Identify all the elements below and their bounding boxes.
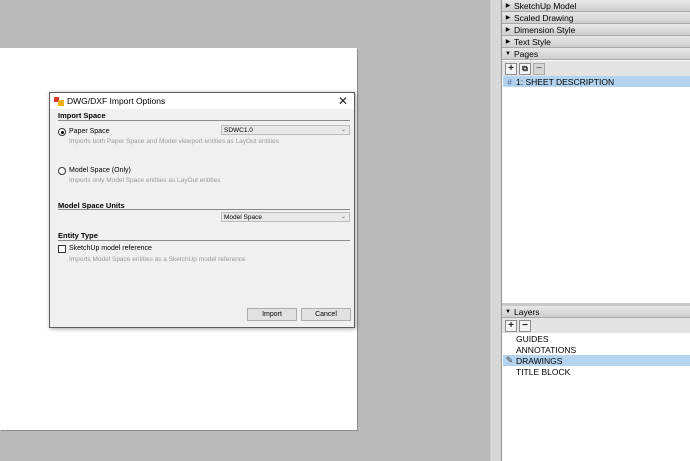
sketchup-reference-checkbox[interactable] bbox=[58, 245, 66, 253]
scrollbar-thumb[interactable] bbox=[491, 0, 500, 461]
app-icon bbox=[54, 96, 64, 106]
add-page-button[interactable]: + bbox=[505, 62, 517, 75]
dialog-titlebar[interactable]: DWG/DXF Import Options ✕ bbox=[50, 93, 354, 109]
delete-layer-button[interactable]: − bbox=[519, 319, 531, 332]
layer-label: ANNOTATIONS bbox=[516, 344, 577, 355]
layer-label: TITLE BLOCK bbox=[516, 366, 571, 377]
paper-space-layout-select[interactable]: SDWC1.0 ⌄ bbox=[221, 125, 350, 135]
section-scaled-drawing[interactable]: ▶ Scaled Drawing bbox=[502, 12, 690, 24]
divider bbox=[58, 120, 350, 121]
layer-item-drawings[interactable]: ✎ DRAWINGS bbox=[503, 355, 690, 366]
section-label: Scaled Drawing bbox=[514, 12, 574, 23]
chevron-down-icon: ⌄ bbox=[340, 127, 346, 133]
sketchup-reference-label[interactable]: SketchUp model reference bbox=[69, 245, 152, 252]
paper-space-label[interactable]: Paper Space bbox=[69, 128, 109, 135]
pages-toolbar: + ⧉ − bbox=[502, 61, 690, 76]
entity-type-heading: Entity Type bbox=[58, 231, 98, 240]
select-value: Model Space bbox=[224, 213, 262, 221]
page-number-icon: # bbox=[507, 76, 512, 87]
layer-label: DRAWINGS bbox=[516, 355, 563, 366]
page-item[interactable]: # 1: SHEET DESCRIPTION bbox=[503, 76, 690, 87]
sketchup-reference-hint: Imports Model Space entities as a Sketch… bbox=[69, 256, 246, 263]
paper-space-radio[interactable] bbox=[58, 128, 66, 136]
section-label: Text Style bbox=[514, 36, 551, 47]
layers-toolbar: + − bbox=[502, 318, 690, 333]
delete-page-button[interactable]: − bbox=[533, 62, 545, 75]
model-space-units-select[interactable]: Model Space ⌄ bbox=[221, 212, 350, 222]
expanded-arrow-icon: ▼ bbox=[505, 50, 511, 57]
expanded-arrow-icon: ▼ bbox=[505, 308, 511, 315]
divider bbox=[58, 209, 350, 210]
section-label: SketchUp Model bbox=[514, 0, 577, 11]
dialog-title: DWG/DXF Import Options bbox=[67, 96, 166, 106]
import-options-dialog: DWG/DXF Import Options ✕ Import Space Pa… bbox=[49, 92, 355, 328]
page-item-label: 1: SHEET DESCRIPTION bbox=[516, 76, 615, 87]
cancel-button[interactable]: Cancel bbox=[301, 308, 351, 321]
layer-item-annotations[interactable]: ANNOTATIONS bbox=[503, 344, 690, 355]
duplicate-page-button[interactable]: ⧉ bbox=[519, 62, 531, 75]
canvas-vertical-scrollbar[interactable] bbox=[490, 0, 501, 461]
section-label: Layers bbox=[514, 306, 540, 317]
add-layer-button[interactable]: + bbox=[505, 319, 517, 332]
collapsed-arrow-icon: ▶ bbox=[505, 15, 511, 21]
divider bbox=[58, 240, 350, 241]
pages-list-area bbox=[502, 88, 690, 304]
chevron-down-icon: ⌄ bbox=[340, 214, 346, 220]
collapsed-arrow-icon: ▶ bbox=[505, 27, 511, 33]
import-space-heading: Import Space bbox=[58, 111, 106, 120]
model-space-hint: Imports only Model Space entities as Lay… bbox=[69, 177, 221, 184]
paper-space-hint: Imports both Paper Space and Model viewp… bbox=[69, 138, 279, 145]
collapsed-arrow-icon: ▶ bbox=[505, 3, 511, 9]
section-label: Dimension Style bbox=[514, 24, 576, 35]
layer-label: GUIDES bbox=[516, 333, 549, 344]
section-sketchup-model[interactable]: ▶ SketchUp Model bbox=[502, 0, 690, 12]
section-pages[interactable]: ▼ Pages bbox=[502, 48, 690, 60]
import-button[interactable]: Import bbox=[247, 308, 297, 321]
section-text-style[interactable]: ▶ Text Style bbox=[502, 36, 690, 48]
model-space-label[interactable]: Model Space (Only) bbox=[69, 167, 131, 174]
layer-item-guides[interactable]: GUIDES bbox=[503, 333, 690, 344]
pencil-icon: ✎ bbox=[505, 355, 514, 365]
layer-item-title-block[interactable]: TITLE BLOCK bbox=[503, 366, 690, 377]
collapsed-arrow-icon: ▶ bbox=[505, 39, 511, 45]
tray-panel: ▶ SketchUp Model ▶ Scaled Drawing ▶ Dime… bbox=[501, 0, 690, 461]
select-value: SDWC1.0 bbox=[224, 126, 253, 134]
section-label: Pages bbox=[514, 48, 539, 59]
section-dimension-style[interactable]: ▶ Dimension Style bbox=[502, 24, 690, 36]
close-icon[interactable]: ✕ bbox=[336, 94, 350, 108]
section-layers[interactable]: ▼ Layers bbox=[502, 306, 690, 318]
model-space-radio[interactable] bbox=[58, 167, 66, 175]
